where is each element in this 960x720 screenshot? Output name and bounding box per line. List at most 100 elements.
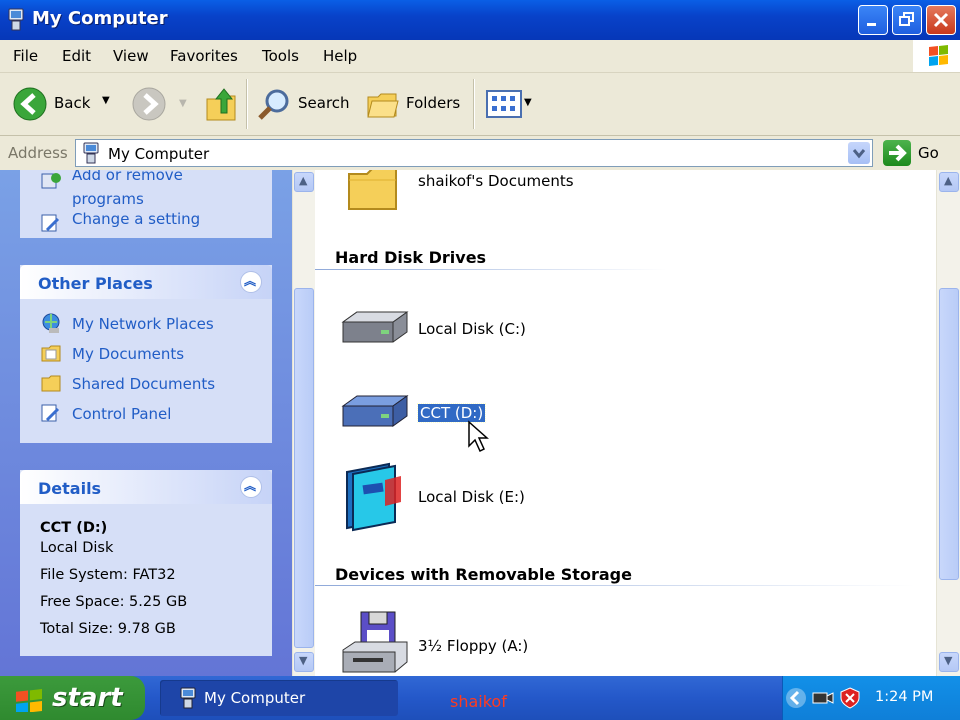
hard-disk-icon (339, 308, 411, 354)
restore-button[interactable] (892, 5, 922, 35)
toolbar-separator (246, 79, 247, 129)
camera-icon[interactable] (811, 688, 835, 712)
task-pane-scrollbar[interactable]: ▲ ▼ (292, 170, 315, 676)
folders-label: Folders (406, 94, 461, 112)
details-header[interactable]: Details ︽ (20, 470, 272, 504)
section-divider (315, 585, 915, 586)
clock: 1:24 PM (875, 689, 934, 705)
scroll-down-arrow-icon[interactable]: ▼ (294, 652, 314, 672)
file-list: shaikof's Documents Hard Disk Drives Loc… (315, 170, 935, 676)
back-arrow-icon (12, 86, 48, 126)
floppy-drive-icon (339, 610, 411, 676)
window-title: My Computer (32, 8, 168, 29)
my-computer-icon (178, 687, 198, 713)
start-label: start (52, 683, 123, 713)
go-button[interactable]: Go (918, 144, 939, 162)
other-places-panel: Other Places ︽ My Network Places My Docu… (20, 265, 272, 443)
scroll-up-arrow-icon[interactable]: ▲ (294, 172, 314, 192)
forward-dropdown-icon[interactable]: ▼ (179, 98, 187, 109)
menu-bar: File Edit View Favorites Tools Help (0, 40, 960, 73)
details-total-size: Total Size: 9.78 GB (40, 621, 176, 637)
windows-logo-icon (913, 40, 960, 72)
menu-tools[interactable]: Tools (262, 47, 299, 65)
folder-icon (40, 372, 62, 394)
menu-help[interactable]: Help (323, 47, 357, 65)
control-panel-icon (40, 402, 62, 424)
item-local-disk-c[interactable]: Local Disk (C:) (418, 320, 526, 338)
place-link-documents[interactable]: My Documents (72, 345, 184, 363)
place-link-control-panel[interactable]: Control Panel (72, 405, 171, 423)
toolbar-separator (473, 79, 474, 129)
close-button[interactable] (926, 5, 956, 35)
views-grid-icon (486, 90, 522, 122)
up-folder-button[interactable] (204, 85, 240, 127)
item-local-disk-e[interactable]: Local Disk (E:) (418, 488, 525, 506)
toolbar: Back ▼ ▼ Search Folders ▼ (0, 73, 960, 136)
tray-expand-icon[interactable] (785, 687, 807, 713)
task-link-change-setting[interactable]: Change a setting (72, 210, 200, 228)
taskbar: start My Computer shaikof 1:24 PM (0, 676, 960, 720)
my-documents-icon (40, 342, 62, 364)
details-title: Details (38, 479, 102, 498)
search-icon (257, 87, 293, 127)
menu-view[interactable]: View (113, 47, 149, 65)
system-tasks-panel: Add or remove programs Change a setting (20, 170, 272, 238)
scroll-thumb[interactable] (939, 288, 959, 580)
hard-disk-icon (339, 392, 411, 438)
other-places-header[interactable]: Other Places ︽ (20, 265, 272, 299)
details-free-space: Free Space: 5.25 GB (40, 594, 188, 610)
my-computer-icon (6, 8, 26, 32)
system-tray: 1:24 PM (782, 676, 960, 720)
scroll-down-arrow-icon[interactable]: ▼ (939, 652, 959, 672)
address-bar: Address My Computer Go (0, 136, 960, 170)
folders-button[interactable]: Folders (364, 83, 464, 125)
taskbar-window-label: My Computer (204, 689, 306, 707)
network-places-icon (40, 312, 62, 334)
mouse-cursor-icon (467, 420, 489, 458)
details-type: Local Disk (40, 540, 114, 556)
title-bar[interactable]: My Computer (0, 0, 960, 40)
address-value: My Computer (108, 145, 210, 163)
forward-button[interactable] (131, 86, 167, 126)
add-remove-programs-icon (40, 170, 62, 192)
start-button[interactable]: start (0, 676, 145, 720)
details-name: CCT (D:) (40, 520, 108, 536)
task-pane: Add or remove programs Change a setting … (0, 170, 292, 676)
address-label: Address (8, 144, 68, 162)
back-dropdown-icon[interactable]: ▼ (102, 95, 110, 106)
address-input[interactable]: My Computer (75, 139, 873, 167)
item-shaikof-documents[interactable]: shaikof's Documents (418, 172, 574, 190)
back-label: Back (54, 94, 91, 112)
menu-edit[interactable]: Edit (62, 47, 91, 65)
security-shield-icon[interactable] (839, 686, 861, 714)
other-places-title: Other Places (38, 274, 153, 293)
details-file-system: File System: FAT32 (40, 567, 176, 583)
search-label: Search (298, 94, 350, 112)
place-link-network[interactable]: My Network Places (72, 315, 214, 333)
views-button[interactable]: ▼ (484, 88, 536, 120)
my-computer-icon (81, 142, 101, 168)
views-dropdown-icon[interactable]: ▼ (524, 97, 532, 108)
book-disk-icon (343, 462, 405, 538)
address-dropdown-button[interactable] (848, 142, 870, 164)
taskbar-window-my-computer[interactable]: My Computer (160, 680, 398, 716)
collapse-chevron-icon[interactable]: ︽ (240, 271, 262, 293)
go-arrow-icon[interactable] (883, 140, 911, 166)
scroll-thumb[interactable] (294, 288, 314, 648)
search-button[interactable]: Search (255, 83, 355, 125)
back-button[interactable]: Back ▼ (8, 83, 118, 125)
scroll-up-arrow-icon[interactable]: ▲ (939, 172, 959, 192)
file-list-scrollbar[interactable]: ▲ ▼ (936, 170, 960, 676)
item-floppy-a[interactable]: 3½ Floppy (A:) (418, 637, 528, 655)
place-link-shared-documents[interactable]: Shared Documents (72, 375, 215, 393)
collapse-chevron-icon[interactable]: ︽ (240, 476, 262, 498)
task-link-add-remove-programs[interactable]: Add or remove programs (72, 170, 252, 211)
section-divider (315, 269, 667, 270)
control-panel-icon (40, 212, 62, 234)
menu-file[interactable]: File (13, 47, 38, 65)
folder-icon (345, 170, 401, 216)
menu-favorites[interactable]: Favorites (170, 47, 238, 65)
folders-icon (366, 89, 402, 125)
windows-flag-icon (14, 686, 46, 716)
minimize-button[interactable] (858, 5, 888, 35)
